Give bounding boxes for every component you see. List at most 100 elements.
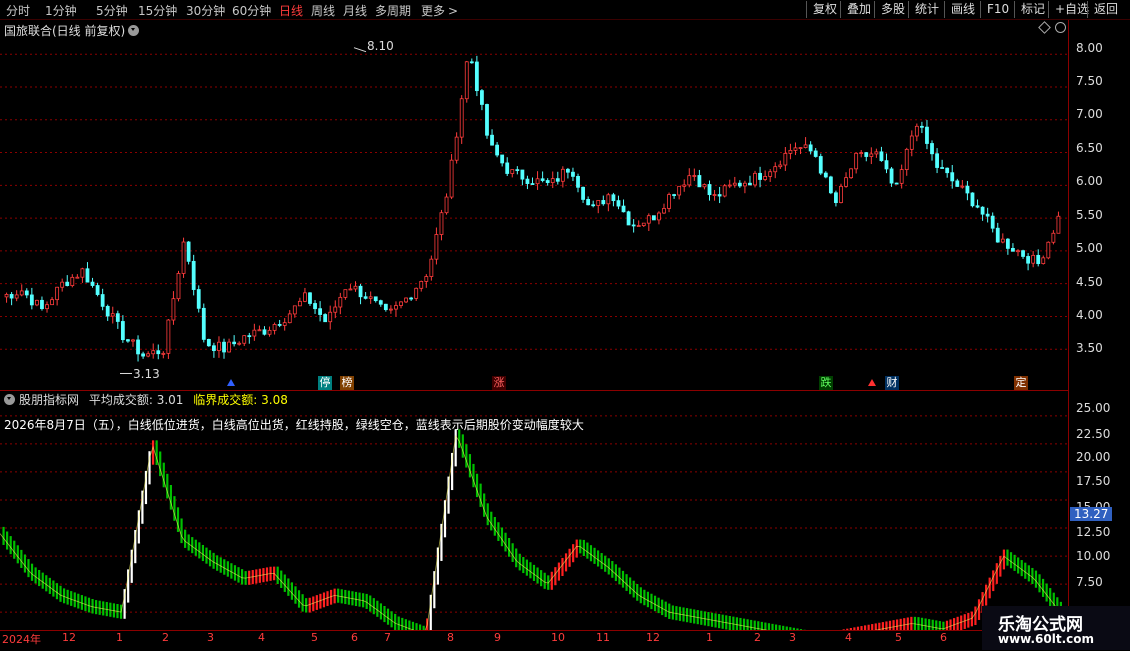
- candle-body: [237, 342, 242, 345]
- candle-body: [965, 185, 970, 194]
- date-axis-label: 12: [646, 631, 660, 644]
- y-tick-label: 5.50: [1076, 208, 1103, 222]
- candle-body: [414, 287, 419, 299]
- period-tab-60min[interactable]: 60分钟: [232, 2, 271, 19]
- candle-body: [899, 169, 904, 184]
- candle-body: [525, 178, 530, 184]
- candle-body: [707, 184, 712, 196]
- event-badge-fall[interactable]: 跌: [819, 376, 833, 390]
- candle-body: [262, 329, 267, 335]
- candle-body: [662, 208, 666, 214]
- candle-body: [581, 186, 585, 200]
- period-tab-weekly[interactable]: 周线: [311, 2, 335, 19]
- event-badge-suspend[interactable]: 停: [318, 376, 332, 390]
- candle-body: [282, 322, 287, 326]
- candle-body: [844, 177, 848, 187]
- overlay-button[interactable]: 叠加: [840, 1, 877, 18]
- candle-body: [778, 164, 783, 168]
- candle-body: [596, 200, 601, 206]
- candle-body: [697, 175, 702, 188]
- candle-body: [743, 182, 747, 187]
- candle-body: [211, 345, 216, 351]
- period-tab-15min[interactable]: 15分钟: [138, 2, 177, 19]
- candle-body: [737, 182, 742, 187]
- event-badge-placement[interactable]: 定: [1014, 376, 1028, 390]
- candle-body: [510, 169, 515, 174]
- candle-body: [808, 144, 813, 152]
- y-tick-label: 25.00: [1076, 401, 1111, 415]
- candle-body: [469, 61, 474, 64]
- y-tick-label: 6.00: [1076, 174, 1103, 188]
- date-axis-label: 2: [754, 631, 761, 644]
- back-button[interactable]: 返回: [1087, 1, 1124, 18]
- period-tab-30min[interactable]: 30分钟: [186, 2, 225, 19]
- candle-body: [980, 206, 985, 215]
- candle-body: [100, 294, 105, 307]
- candle-body: [313, 303, 317, 310]
- candle-body: [166, 319, 171, 354]
- candle-body: [383, 303, 388, 311]
- fuquan-button[interactable]: 复权: [806, 1, 843, 18]
- period-tab-1min[interactable]: 1分钟: [45, 2, 77, 19]
- candle-body: [879, 151, 884, 162]
- high-price-label: 8.10: [367, 39, 394, 53]
- price-grid: [0, 53, 1068, 350]
- candle-body: [616, 200, 621, 207]
- candle-body: [50, 299, 54, 306]
- f10-button[interactable]: F10: [980, 1, 1015, 18]
- candle-body: [894, 182, 899, 185]
- candle-body: [409, 297, 414, 300]
- candle-body: [338, 296, 343, 308]
- candle-body: [566, 168, 570, 173]
- candle-body: [702, 184, 707, 188]
- annotation-leader: [353, 47, 367, 53]
- date-axis-label: 3: [207, 631, 214, 644]
- candle-body: [909, 135, 914, 150]
- mark-button[interactable]: 标记: [1014, 1, 1051, 18]
- period-tab-daily[interactable]: 日线: [279, 2, 303, 19]
- candle-body: [303, 292, 307, 302]
- candle-body: [621, 205, 626, 213]
- candle-body: [748, 182, 752, 186]
- chevron-right-icon: >: [448, 4, 459, 18]
- candle-body: [217, 341, 221, 351]
- candle-body: [1021, 250, 1025, 257]
- draw-line-button[interactable]: 画线: [944, 1, 981, 18]
- candle-body: [1011, 248, 1015, 252]
- candle-body: [141, 353, 146, 357]
- event-badge-finance[interactable]: 财: [885, 376, 899, 390]
- date-axis-label: 2024年: [2, 633, 41, 646]
- candle-body: [136, 339, 140, 355]
- event-badge-rise[interactable]: 涨: [492, 376, 506, 390]
- candle-body: [328, 311, 333, 323]
- candle-body: [611, 194, 616, 202]
- period-tab-more[interactable]: 更多 >: [421, 2, 458, 19]
- candle-body: [247, 335, 252, 338]
- date-axis-label: 4: [258, 631, 265, 644]
- candle-body: [318, 308, 323, 315]
- candle-body: [722, 185, 727, 197]
- candle-body: [950, 172, 955, 182]
- event-badge-rank[interactable]: 榜: [340, 376, 354, 390]
- period-tab-fenshi[interactable]: 分时: [6, 2, 30, 19]
- candle-body: [232, 341, 237, 345]
- date-axis-label: 12: [62, 631, 76, 644]
- candle-body: [889, 168, 894, 184]
- candle-body: [657, 212, 661, 221]
- site-watermark: 乐淘公式网 www.60lt.com: [982, 606, 1130, 650]
- candle-body: [90, 281, 95, 286]
- up-triangle-icon[interactable]: [227, 379, 235, 386]
- period-tab-multi[interactable]: 多周期: [375, 2, 411, 19]
- candle-body: [297, 300, 302, 307]
- multi-stock-button[interactable]: 多股: [874, 1, 911, 18]
- period-tab-5min[interactable]: 5分钟: [96, 2, 128, 19]
- candle-body: [717, 194, 722, 197]
- up-triangle-icon[interactable]: [868, 379, 876, 386]
- candle-body: [753, 172, 757, 186]
- statistics-button[interactable]: 统计: [908, 1, 945, 18]
- date-axis-label: 11: [596, 631, 610, 644]
- date-axis-label: 2: [162, 631, 169, 644]
- y-tick-label: 20.00: [1076, 450, 1111, 464]
- candle-body: [9, 294, 14, 299]
- period-tab-monthly[interactable]: 月线: [343, 2, 367, 19]
